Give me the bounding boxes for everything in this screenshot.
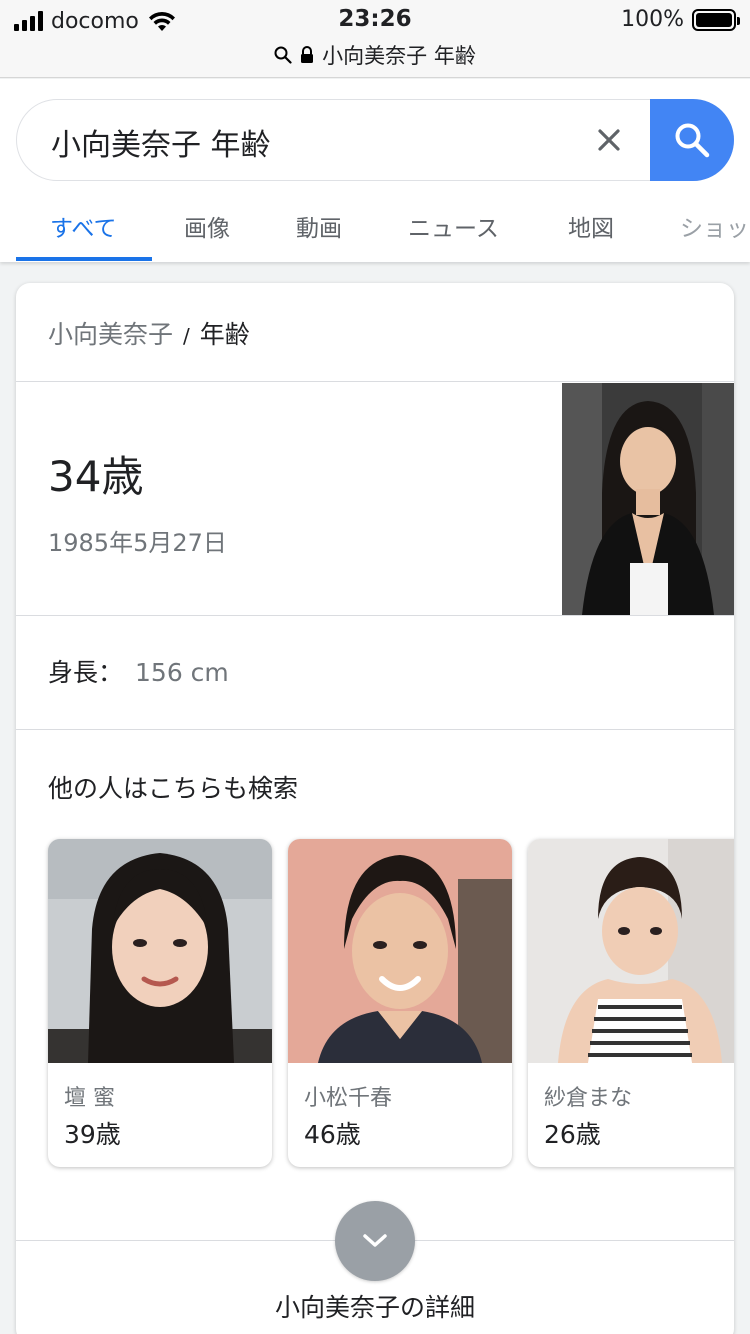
battery-percent: 100% bbox=[621, 7, 684, 32]
search-box[interactable]: 小向美奈子 年齢 bbox=[16, 99, 734, 181]
person-age: 46歳 bbox=[304, 1120, 361, 1149]
profile-photo[interactable] bbox=[562, 383, 734, 615]
tab-shopping[interactable]: ショッ bbox=[680, 209, 749, 243]
details-link[interactable]: 小向美奈子の詳細 bbox=[16, 1288, 734, 1324]
person-name: 小松千春 bbox=[304, 1086, 393, 1111]
person-photo bbox=[528, 839, 734, 1063]
tab-videos[interactable]: 動画 bbox=[296, 209, 342, 243]
height-row: 身長： 156 cm bbox=[48, 653, 229, 689]
breadcrumb-entity[interactable]: 小向美奈子 bbox=[48, 320, 173, 349]
person-photo bbox=[288, 839, 512, 1063]
lock-icon bbox=[301, 46, 314, 63]
expand-button[interactable] bbox=[335, 1201, 415, 1281]
person-card[interactable]: 小松千春 46歳 bbox=[288, 839, 512, 1167]
height-value: 156 cm bbox=[135, 658, 229, 687]
person-card[interactable]: 壇 蜜 39歳 bbox=[48, 839, 272, 1167]
close-icon bbox=[598, 129, 620, 151]
divider bbox=[16, 615, 734, 616]
person-age: 39歳 bbox=[64, 1120, 121, 1149]
tab-news[interactable]: ニュース bbox=[408, 209, 499, 243]
tab-maps[interactable]: 地図 bbox=[568, 209, 614, 243]
clear-button[interactable] bbox=[587, 118, 631, 162]
divider bbox=[16, 729, 734, 730]
address-text: 小向美奈子 年齢 bbox=[322, 44, 476, 68]
knowledge-card: 小向美奈子 / 年齢 34歳 1985年5月27日 身長： 156 cm 他の人はこち… bbox=[16, 283, 734, 1334]
divider bbox=[16, 381, 734, 382]
breadcrumb-separator: / bbox=[183, 324, 190, 348]
person-photo bbox=[48, 839, 272, 1063]
age-value: 34歳 bbox=[48, 452, 144, 501]
status-right: 100% bbox=[621, 7, 740, 32]
person-name: 紗倉まな bbox=[544, 1086, 633, 1111]
search-header: 小向美奈子 年齢 すべて 画像 動画 ニュース 地図 ショッ bbox=[0, 79, 750, 262]
breadcrumb: 小向美奈子 / 年齢 bbox=[48, 315, 250, 351]
search-button[interactable] bbox=[650, 99, 734, 181]
breadcrumb-attribute: 年齢 bbox=[199, 320, 250, 349]
search-input[interactable]: 小向美奈子 年齢 bbox=[51, 120, 271, 164]
tab-all[interactable]: すべて bbox=[50, 209, 116, 243]
search-tabs: すべて 画像 動画 ニュース 地図 ショッ bbox=[0, 197, 750, 262]
person-name: 壇 蜜 bbox=[64, 1086, 115, 1111]
also-searched-title: 他の人はこちらも検索 bbox=[48, 774, 299, 803]
address-bar[interactable]: 小向美奈子 年齢 bbox=[0, 40, 750, 70]
search-icon bbox=[675, 123, 710, 158]
search-small-icon bbox=[274, 46, 292, 64]
birth-date: 1985年5月27日 bbox=[48, 529, 227, 557]
person-card[interactable]: 紗倉まな 26歳 bbox=[528, 839, 734, 1167]
active-tab-indicator bbox=[16, 257, 152, 261]
chevron-down-icon bbox=[363, 1234, 387, 1247]
status-bar: docomo 23:26 100% 小向美奈子 年齢 bbox=[0, 0, 750, 78]
battery-icon bbox=[692, 8, 740, 31]
height-label: 身長： bbox=[48, 658, 124, 687]
tab-images[interactable]: 画像 bbox=[184, 209, 230, 243]
person-age: 26歳 bbox=[544, 1120, 601, 1149]
